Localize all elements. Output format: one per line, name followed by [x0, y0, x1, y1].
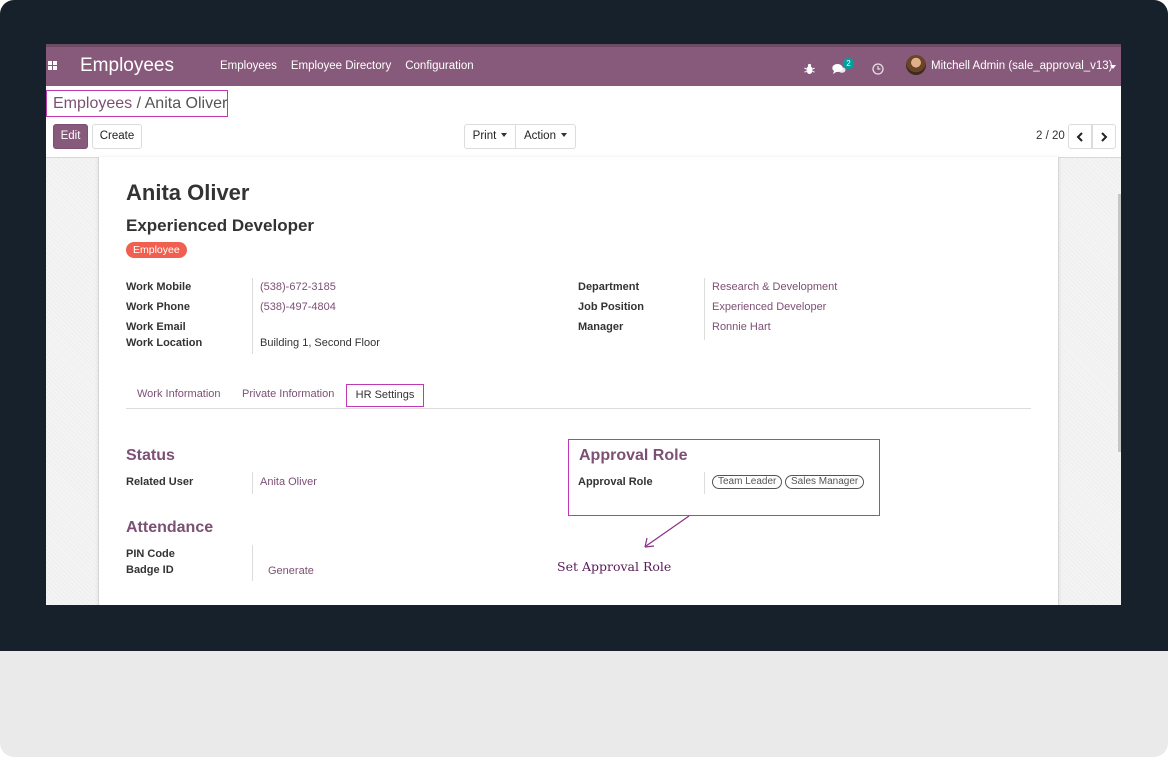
pager-next-button[interactable]: [1092, 124, 1116, 149]
menu-configuration[interactable]: Configuration: [405, 60, 473, 72]
work-email-label: Work Email: [126, 321, 186, 333]
job-position-label: Job Position: [578, 301, 644, 313]
print-dropdown[interactable]: Print: [464, 124, 516, 149]
work-phone-value[interactable]: (538)-497-4804: [260, 301, 336, 313]
approval-section-title: Approval Role: [579, 447, 688, 464]
annotation-arrow-icon: [644, 515, 690, 548]
field-divider: [252, 545, 253, 581]
department-label: Department: [578, 281, 640, 293]
annotation-text: Set Approval Role: [557, 559, 672, 574]
edit-button[interactable]: Edit: [53, 124, 88, 149]
employee-job-title: Experienced Developer: [126, 216, 315, 235]
top-navbar: Employees Employees Employee Directory C…: [46, 44, 1121, 86]
related-user-label: Related User: [126, 476, 194, 488]
clock-icon[interactable]: [872, 59, 884, 79]
work-location-value: Building 1, Second Floor: [260, 337, 380, 349]
breadcrumb: Employees / Anita Oliver: [46, 90, 228, 117]
menu-employee-directory[interactable]: Employee Directory: [291, 60, 391, 72]
chevron-right-icon: [1101, 132, 1108, 142]
message-count-badge: 2: [843, 58, 854, 69]
tab-work-information[interactable]: Work Information: [137, 388, 221, 400]
app-brand[interactable]: Employees: [80, 55, 174, 77]
pager-previous-button[interactable]: [1068, 124, 1092, 149]
approval-role-label: Approval Role: [578, 476, 653, 488]
employee-tag: Employee: [126, 242, 187, 258]
action-label: Action: [524, 130, 556, 142]
tab-hr-settings[interactable]: HR Settings: [346, 384, 424, 407]
department-value[interactable]: Research & Development: [712, 281, 837, 293]
field-divider: [252, 472, 253, 494]
pager-value: 2 / 20: [1036, 130, 1065, 142]
work-mobile-value[interactable]: (538)-672-3185: [260, 281, 336, 293]
work-location-label: Work Location: [126, 337, 203, 349]
main-menu: Employees Employee Directory Configurati…: [220, 60, 474, 72]
create-button[interactable]: Create: [92, 124, 142, 149]
manager-value[interactable]: Ronnie Hart: [712, 321, 771, 333]
chevron-down-icon: [560, 133, 567, 137]
bug-icon[interactable]: [804, 59, 815, 79]
breadcrumb-current: Anita Oliver: [144, 95, 228, 112]
role-chip-sales-manager[interactable]: Sales Manager: [785, 475, 865, 489]
status-section-title: Status: [126, 447, 175, 464]
monitor-stand: [0, 651, 1168, 757]
chevron-left-icon: [1076, 132, 1083, 142]
breadcrumb-separator: /: [136, 95, 142, 112]
role-chip-team-leader[interactable]: Team Leader: [712, 475, 783, 489]
related-user-value[interactable]: Anita Oliver: [260, 476, 317, 488]
work-mobile-label: Work Mobile: [126, 281, 192, 293]
app-screen: Employees Employees Employee Directory C…: [46, 44, 1121, 605]
manager-label: Manager: [578, 321, 624, 333]
field-divider: [252, 278, 253, 354]
tabs-divider: [126, 408, 1031, 409]
job-position-value[interactable]: Experienced Developer: [712, 301, 826, 313]
tab-private-information[interactable]: Private Information: [242, 388, 334, 400]
menu-employees[interactable]: Employees: [220, 60, 277, 72]
field-divider: [704, 278, 705, 340]
employee-name: Anita Oliver: [126, 180, 250, 205]
attendance-section-title: Attendance: [126, 519, 214, 536]
field-divider: [704, 472, 705, 494]
apps-icon[interactable]: [48, 61, 58, 71]
print-label: Print: [472, 130, 497, 142]
avatar[interactable]: [906, 55, 926, 75]
badge-id-label: Badge ID: [126, 564, 174, 576]
work-phone-label: Work Phone: [126, 301, 190, 313]
generate-badge-button[interactable]: Generate: [268, 565, 314, 577]
scrollbar[interactable]: [1118, 194, 1121, 452]
user-menu[interactable]: Mitchell Admin (sale_approval_v13): [931, 60, 1113, 72]
pin-code-label: PIN Code: [126, 548, 175, 560]
action-dropdown[interactable]: Action: [516, 124, 576, 149]
breadcrumb-parent[interactable]: Employees: [53, 95, 132, 112]
chevron-down-icon: [501, 133, 508, 137]
chevron-down-icon[interactable]: [1110, 65, 1116, 69]
